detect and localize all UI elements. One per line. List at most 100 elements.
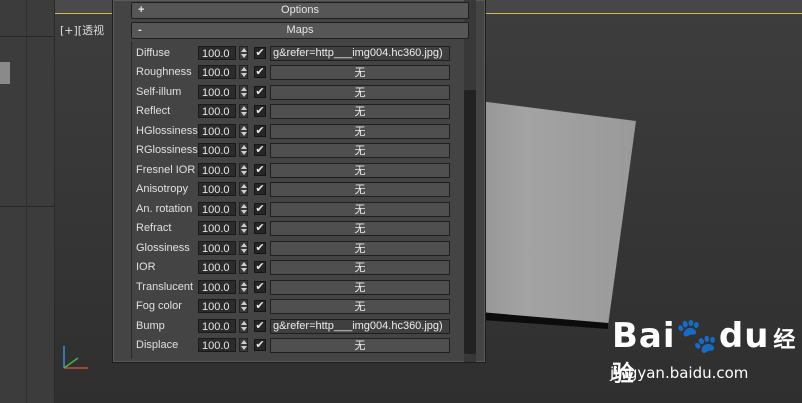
map-enable-checkbox[interactable]: ✔	[254, 164, 266, 176]
paw-icon: 🐾	[675, 316, 719, 356]
map-enable-checkbox[interactable]: ✔	[254, 144, 266, 156]
map-slot-button[interactable]: 无	[270, 104, 450, 119]
map-amount-field[interactable]: 100.0	[198, 182, 236, 196]
spinner-arrows-icon[interactable]	[239, 221, 248, 235]
map-amount-field[interactable]: 100.0	[198, 299, 236, 313]
spinner-arrows-icon[interactable]	[239, 143, 248, 157]
map-slot-button[interactable]: 无	[270, 85, 450, 100]
map-row-fog-color: Fog color 100.0 ✔ 无	[135, 299, 455, 315]
map-amount-field[interactable]: 100.0	[198, 338, 236, 352]
map-label: HGlossiness	[136, 125, 198, 137]
map-amount-field[interactable]: 100.0	[198, 46, 236, 60]
map-slot-button[interactable]: 无	[270, 280, 450, 295]
spinner-arrows-icon[interactable]	[239, 163, 248, 177]
map-slot-button[interactable]: 无	[270, 338, 450, 353]
map-row-diffuse: Diffuse 100.0 ✔ g&refer=http___img004.hc360…	[135, 46, 455, 62]
map-amount-field[interactable]: 100.0	[198, 221, 236, 235]
map-label: Translucent	[136, 281, 194, 293]
map-enable-checkbox[interactable]: ✔	[254, 183, 266, 195]
map-enable-checkbox[interactable]: ✔	[254, 261, 266, 273]
map-slot-button[interactable]: 无	[270, 299, 450, 314]
map-slot-button[interactable]: 无	[270, 202, 450, 217]
map-slot-button[interactable]: 无	[270, 124, 450, 139]
map-enable-checkbox[interactable]: ✔	[254, 105, 266, 117]
map-label: Fog color	[136, 300, 182, 312]
map-label: Self-illum	[136, 86, 182, 98]
rollout-maps[interactable]: - Maps	[131, 22, 469, 39]
active-viewport-border-left	[55, 0, 113, 15]
map-row-bump: Bump 100.0 ✔ g&refer=http___img004.hc360.jp…	[135, 319, 455, 335]
map-row-fresnel-ior: Fresnel IOR 100.0 ✔ 无	[135, 163, 455, 179]
map-amount-field[interactable]: 100.0	[198, 280, 236, 294]
grid-line	[0, 206, 54, 207]
watermark-url: jingyan.baidu.com	[610, 364, 749, 382]
map-label: Refract	[136, 222, 172, 234]
map-amount-field[interactable]: 100.0	[198, 241, 236, 255]
map-amount-field[interactable]: 100.0	[198, 124, 236, 138]
active-viewport-border-right	[486, 0, 802, 15]
map-amount-field[interactable]: 100.0	[198, 85, 236, 99]
spinner-arrows-icon[interactable]	[239, 65, 248, 79]
baidu-jingyan-watermark: Bai🐾du 经验 jingyan.baidu.com	[610, 316, 800, 386]
map-enable-checkbox[interactable]: ✔	[254, 86, 266, 98]
map-label: Glossiness	[136, 242, 190, 254]
map-label: Anisotropy	[136, 183, 188, 195]
map-enable-checkbox[interactable]: ✔	[254, 339, 266, 351]
map-slot-button[interactable]: 无	[270, 260, 450, 275]
map-enable-checkbox[interactable]: ✔	[254, 300, 266, 312]
spinner-arrows-icon[interactable]	[239, 319, 248, 333]
map-amount-field[interactable]: 100.0	[198, 202, 236, 216]
map-enable-checkbox[interactable]: ✔	[254, 320, 266, 332]
spinner-arrows-icon[interactable]	[239, 124, 248, 138]
grid-line	[0, 36, 54, 37]
map-row-translucent: Translucent 100.0 ✔ 无	[135, 280, 455, 296]
viewport-left[interactable]	[0, 0, 55, 403]
map-enable-checkbox[interactable]: ✔	[254, 66, 266, 78]
map-label: IOR	[136, 261, 156, 273]
map-amount-field[interactable]: 100.0	[198, 163, 236, 177]
map-amount-field[interactable]: 100.0	[198, 143, 236, 157]
material-maps-panel: + Options - Maps Diffuse 100.0 ✔ g&refer=ht…	[112, 0, 486, 363]
map-enable-checkbox[interactable]: ✔	[254, 222, 266, 234]
map-row-an-rotation: An. rotation 100.0 ✔ 无	[135, 202, 455, 218]
map-slot-button[interactable]: 无	[270, 241, 450, 256]
spinner-arrows-icon[interactable]	[239, 299, 248, 313]
map-enable-checkbox[interactable]: ✔	[254, 125, 266, 137]
map-label: An. rotation	[136, 203, 193, 215]
map-amount-field[interactable]: 100.0	[198, 319, 236, 333]
spinner-arrows-icon[interactable]	[239, 85, 248, 99]
map-row-hglossiness: HGlossiness 100.0 ✔ 无	[135, 124, 455, 140]
map-slot-button[interactable]: 无	[270, 143, 450, 158]
spinner-arrows-icon[interactable]	[239, 182, 248, 196]
map-label: Roughness	[136, 66, 192, 78]
map-slot-button[interactable]: g&refer=http___img004.hc360.jpg)	[270, 319, 450, 334]
map-row-refract: Refract 100.0 ✔ 无	[135, 221, 455, 237]
spinner-arrows-icon[interactable]	[239, 241, 248, 255]
map-slot-button[interactable]: g&refer=http___img004.hc360.jpg)	[270, 46, 450, 61]
map-enable-checkbox[interactable]: ✔	[254, 203, 266, 215]
axis-gizmo-icon	[63, 346, 88, 369]
map-amount-field[interactable]: 100.0	[198, 65, 236, 79]
spinner-arrows-icon[interactable]	[239, 46, 248, 60]
map-enable-checkbox[interactable]: ✔	[254, 242, 266, 254]
spinner-arrows-icon[interactable]	[239, 260, 248, 274]
map-enable-checkbox[interactable]: ✔	[254, 281, 266, 293]
map-amount-field[interactable]: 100.0	[198, 260, 236, 274]
map-label: Bump	[136, 320, 165, 332]
map-enable-checkbox[interactable]: ✔	[254, 47, 266, 59]
map-label: Reflect	[136, 105, 171, 117]
baidu-logo: Bai🐾du	[612, 316, 770, 356]
spinner-arrows-icon[interactable]	[239, 202, 248, 216]
map-row-displace: Displace 100.0 ✔ 无	[135, 338, 455, 354]
spinner-arrows-icon[interactable]	[239, 338, 248, 352]
map-slot-button[interactable]: 无	[270, 221, 450, 236]
map-slot-button[interactable]: 无	[270, 182, 450, 197]
map-slot-button[interactable]: 无	[270, 65, 450, 80]
map-slot-button[interactable]: 无	[270, 163, 450, 178]
spinner-arrows-icon[interactable]	[239, 104, 248, 118]
rollout-options[interactable]: + Options	[131, 2, 469, 19]
map-amount-field[interactable]: 100.0	[198, 104, 236, 118]
spinner-arrows-icon[interactable]	[239, 280, 248, 294]
scene-object-thumbnail	[0, 62, 10, 84]
viewport-label[interactable]: [+][透视	[60, 22, 104, 38]
